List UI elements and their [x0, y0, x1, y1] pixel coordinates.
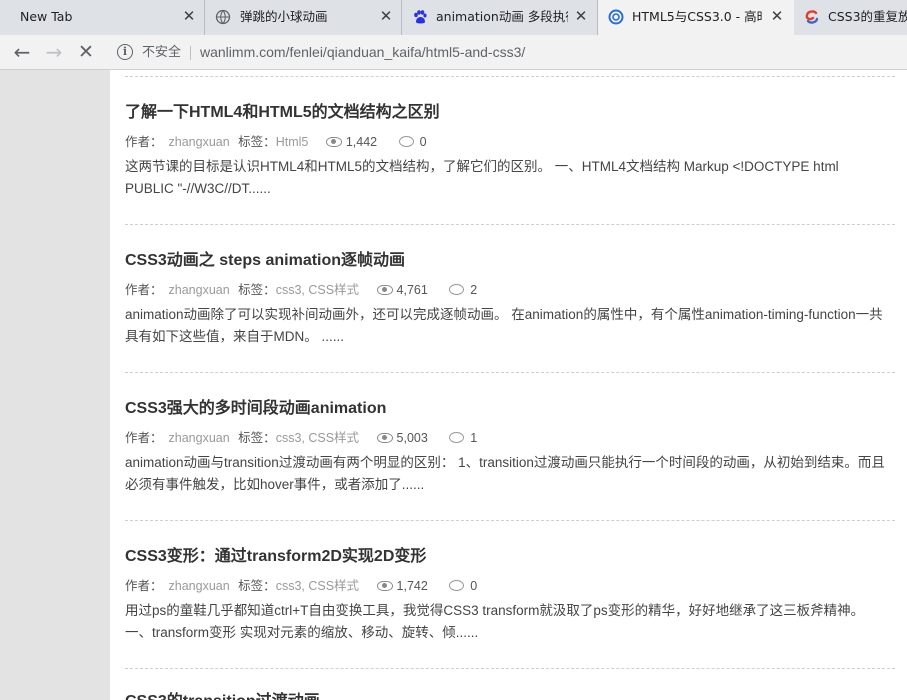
- tags-label: 标签：: [238, 135, 276, 149]
- author-link[interactable]: zhangxuan: [169, 133, 230, 151]
- comment-icon: [449, 284, 465, 295]
- tab-animation[interactable]: animation动画 多段执行 ✕: [402, 0, 598, 35]
- comment-icon: [398, 136, 414, 147]
- list-item: CSS3动画之 steps animation逐帧动画 作者： zhangxuan…: [125, 251, 890, 348]
- divider: [125, 224, 895, 225]
- comment-icon: [449, 580, 465, 591]
- globe-icon: [215, 9, 231, 25]
- tag-link[interactable]: css3, CSS样式: [276, 577, 359, 595]
- close-icon[interactable]: ✕: [770, 9, 784, 24]
- post-title[interactable]: CSS3变形：通过transform2D实现2D变形: [125, 547, 890, 567]
- author-link[interactable]: zhangxuan: [169, 281, 230, 299]
- view-count: 4,761: [396, 283, 428, 297]
- tab-title: New Tab: [20, 9, 73, 24]
- post-meta: 作者： zhangxuan 标签：css3, CSS样式 1,742 0: [125, 577, 890, 595]
- tag-link[interactable]: css3, CSS样式: [276, 429, 359, 447]
- list-item: 了解一下HTML4和HTML5的文档结构之区别 作者： zhangxuan 标签：…: [125, 103, 890, 200]
- tab-title: animation动画 多段执行: [436, 9, 568, 24]
- list-item: CSS3强大的多时间段动画animation 作者： zhangxuan 标签：c…: [125, 399, 890, 496]
- eye-icon: [376, 581, 393, 591]
- browser-toolbar: ← → ✕ i 不安全 wanlimm.com/fenlei/qianduan_…: [0, 35, 907, 70]
- forward-arrow-icon[interactable]: →: [42, 41, 66, 65]
- post-excerpt: 用过ps的童鞋几乎都知道ctrl+T自由变换工具，我觉得CSS3 transfo…: [125, 603, 865, 640]
- close-icon[interactable]: ✕: [182, 9, 196, 24]
- omnibox-separator: [190, 46, 191, 60]
- post-title[interactable]: CSS3的transition过渡动画: [125, 692, 890, 700]
- csdn-logo-icon: [805, 10, 819, 24]
- author-label: 作者：: [125, 579, 163, 593]
- page-left-gutter: [0, 70, 110, 700]
- back-arrow-icon[interactable]: ←: [10, 41, 34, 65]
- view-count: 5,003: [396, 431, 428, 445]
- list-item: CSS3变形：通过transform2D实现2D变形 作者： zhangxuan …: [125, 547, 890, 644]
- divider: [125, 372, 895, 373]
- post-title[interactable]: 了解一下HTML4和HTML5的文档结构之区别: [125, 103, 890, 123]
- comment-count[interactable]: 0: [470, 577, 477, 595]
- post-list: 了解一下HTML4和HTML5的文档结构之区别 作者： zhangxuan 标签：…: [110, 70, 907, 700]
- stop-loading-icon[interactable]: ✕: [74, 41, 98, 65]
- tags-label: 标签：: [238, 579, 276, 593]
- tab-title: 弹跳的小球动画: [240, 9, 328, 24]
- tags-label: 标签：: [238, 431, 276, 445]
- tab-bounce-ball[interactable]: 弹跳的小球动画 ✕: [205, 0, 402, 35]
- post-title[interactable]: CSS3强大的多时间段动画animation: [125, 399, 890, 419]
- tab-css3-repeat[interactable]: CSS3的重复放: [794, 0, 907, 35]
- author-label: 作者：: [125, 135, 163, 149]
- tab-new-tab[interactable]: New Tab ✕: [0, 0, 205, 35]
- author-label: 作者：: [125, 431, 163, 445]
- post-excerpt: animation动画与transition过渡动画有两个明显的区别： 1、tr…: [125, 455, 885, 492]
- address-bar[interactable]: wanlimm.com/fenlei/qianduan_kaifa/html5-…: [200, 44, 525, 61]
- comment-icon: [449, 432, 465, 443]
- comment-count[interactable]: 0: [420, 133, 427, 151]
- close-icon[interactable]: ✕: [379, 9, 393, 24]
- tag-link[interactable]: css3, CSS样式: [276, 281, 359, 299]
- close-icon[interactable]: ✕: [574, 9, 588, 24]
- eye-icon: [376, 285, 393, 295]
- tab-html5-css3[interactable]: HTML5与CSS3.0 - 高时 ✕: [598, 0, 794, 35]
- view-count: 1,442: [345, 135, 378, 149]
- baidu-paw-icon: [414, 10, 427, 24]
- view-count: 1,742: [396, 579, 428, 593]
- post-meta: 作者： zhangxuan 标签：css3, CSS样式 5,003 1: [125, 429, 890, 447]
- tab-title: CSS3的重复放: [828, 9, 907, 24]
- security-status[interactable]: 不安全: [142, 44, 181, 61]
- post-excerpt: 这两节课的目标是认识HTML4和HTML5的文档结构，了解它们的区别。 一、HT…: [125, 159, 839, 196]
- tab-strip: New Tab ✕ 弹跳的小球动画 ✕ animation动画 多段执行 ✕ H…: [0, 0, 907, 35]
- author-link[interactable]: zhangxuan: [169, 577, 230, 595]
- comment-count[interactable]: 2: [470, 281, 477, 299]
- eye-icon: [325, 137, 342, 147]
- post-title[interactable]: CSS3动画之 steps animation逐帧动画: [125, 251, 890, 271]
- post-meta: 作者： zhangxuan 标签：Html5 1,442 0: [125, 133, 890, 151]
- comment-count[interactable]: 1: [470, 429, 477, 447]
- tab-title: HTML5与CSS3.0 - 高时: [632, 9, 762, 24]
- eye-icon: [376, 433, 393, 443]
- divider: [125, 76, 895, 77]
- post-excerpt: animation动画除了可以实现补间动画外，还可以完成逐帧动画。 在anima…: [125, 307, 883, 344]
- divider: [125, 668, 895, 669]
- author-label: 作者：: [125, 283, 163, 297]
- post-meta: 作者： zhangxuan 标签：css3, CSS样式 4,761 2: [125, 281, 890, 299]
- tag-link[interactable]: Html5: [276, 133, 309, 151]
- divider: [125, 520, 895, 521]
- list-item: CSS3的transition过渡动画: [125, 692, 890, 700]
- site-logo-icon: [608, 9, 624, 25]
- author-link[interactable]: zhangxuan: [169, 429, 230, 447]
- tags-label: 标签：: [238, 283, 276, 297]
- info-icon[interactable]: i: [117, 44, 133, 60]
